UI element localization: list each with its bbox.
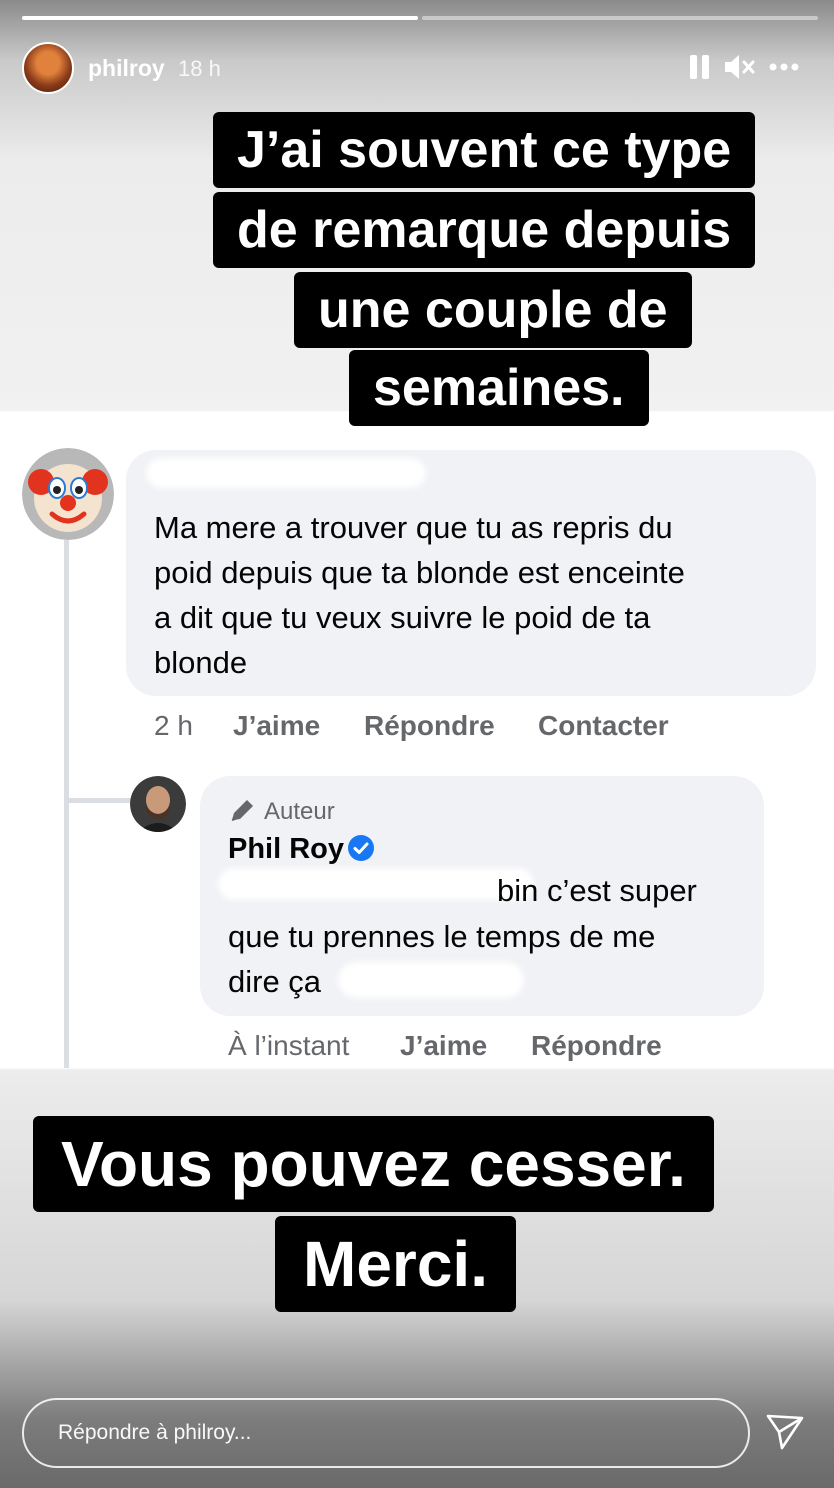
reply-like-button[interactable]: J’aime: [400, 1030, 487, 1062]
story-timestamp: 18 h: [178, 56, 221, 81]
more-icon[interactable]: [768, 52, 800, 82]
comment-reply-button[interactable]: Répondre: [364, 710, 495, 742]
comment-like-button[interactable]: J’aime: [233, 710, 320, 742]
caption-bottom-line: Vous pouvez cesser.: [33, 1116, 714, 1212]
story-progress-1: [22, 16, 418, 20]
reply-reply-button[interactable]: Répondre: [531, 1030, 662, 1062]
comment-text-line: blonde: [154, 645, 248, 680]
comment-time: 2 h: [154, 710, 193, 741]
caption-top-line: J’ai souvent ce type: [213, 112, 756, 188]
caption-top-line: semaines.: [349, 350, 649, 426]
caption-bottom-line: Merci.: [275, 1216, 516, 1312]
pause-icon[interactable]: [688, 52, 712, 82]
story-progress-fill-1: [22, 16, 418, 20]
story-reply-input[interactable]: Répondre à philroy...: [22, 1398, 750, 1468]
reply-author-name[interactable]: Phil Roy: [228, 827, 344, 872]
story-avatar[interactable]: [22, 42, 74, 94]
comment-text-line: poid depuis que ta blonde est enceinte: [154, 555, 685, 590]
reply-time: À l’instant: [228, 1030, 350, 1061]
verified-badge-icon: [348, 835, 374, 861]
redacted-mention: [218, 868, 534, 900]
author-avatar[interactable]: [130, 776, 186, 832]
thread-connector: [64, 798, 136, 803]
story-progress-2: [422, 16, 818, 20]
reply-text-line: bin c’est super: [497, 873, 697, 908]
caption-top-line: de remarque depuis: [213, 192, 756, 268]
reply-text-line: que tu prennes le temps de me: [228, 919, 656, 954]
commenter-avatar[interactable]: [22, 448, 114, 540]
comment-text-line: a dit que tu veux suivre le poid de ta: [154, 600, 651, 635]
mute-icon[interactable]: [722, 52, 756, 82]
author-badge: Auteur: [264, 798, 335, 825]
caption-top-line: une couple de: [294, 272, 692, 348]
story-viewer[interactable]: philroy 18 h J’ai souvent ce type de rem…: [0, 0, 834, 1488]
story-username[interactable]: philroy: [88, 55, 165, 82]
pencil-icon: [231, 800, 253, 821]
thread-line: [64, 540, 69, 1068]
comment-contact-button[interactable]: Contacter: [538, 710, 669, 742]
redacted-text: [338, 962, 524, 998]
comment-text-line: Ma mere a trouver que tu as repris du: [154, 510, 673, 545]
story-reply-placeholder: Répondre à philroy...: [58, 1421, 252, 1444]
redacted-name: [146, 458, 426, 488]
reply-text-line: dire ça: [228, 964, 322, 999]
send-icon[interactable]: [764, 1412, 806, 1452]
